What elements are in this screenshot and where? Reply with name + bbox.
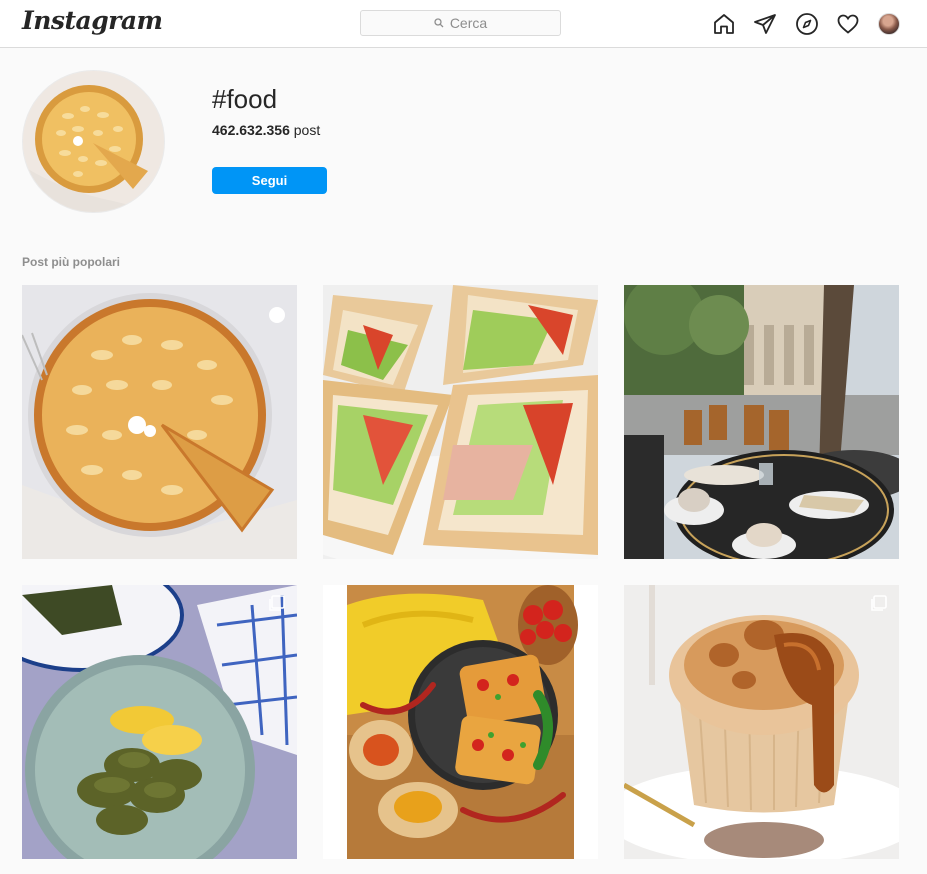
explore-compass-icon[interactable] [795,12,819,36]
multiple-posts-icon [269,595,285,611]
post-tile[interactable] [624,285,899,559]
multiple-posts-icon [871,595,887,611]
search-box[interactable]: Cerca [360,10,561,36]
activity-heart-icon[interactable] [836,12,860,36]
home-icon[interactable] [712,12,736,36]
post-tile[interactable] [323,585,598,859]
section-label: Post più popolari [22,255,120,269]
follow-button[interactable]: Segui [212,167,327,194]
post-count-number: 462.632.356 [212,122,290,138]
post-tile[interactable] [323,285,598,559]
direct-send-icon[interactable] [753,12,777,36]
profile-avatar[interactable] [878,13,900,35]
post-count-suffix: post [289,122,321,138]
top-navigation-bar: Instagram Cerca [0,0,927,48]
search-icon [434,18,444,28]
post-tile[interactable] [624,585,899,859]
post-count: 462.632.356 post [212,122,320,138]
post-tile[interactable] [22,285,297,559]
hashtag-cover-image [22,70,165,213]
instagram-logo[interactable]: Instagram [22,6,163,35]
search-placeholder: Cerca [449,15,488,31]
post-tile[interactable] [22,585,297,859]
hashtag-title: #food [212,84,278,114]
